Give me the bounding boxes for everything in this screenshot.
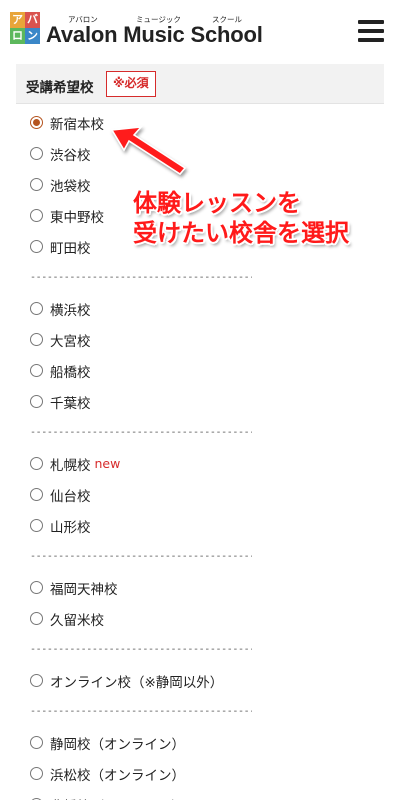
- option-label: 千葉校: [50, 395, 91, 412]
- site-header: ア バ ロ ン アバロン ミュージック スクール Avalon Music Sc…: [0, 0, 400, 62]
- separator-line: ----------------------------------------…: [30, 706, 252, 717]
- school-option[interactable]: 仙台校: [30, 479, 370, 510]
- school-option[interactable]: 大宮校: [30, 324, 370, 355]
- option-label: 静岡校（オンライン）: [50, 736, 185, 753]
- radio-button[interactable]: [30, 209, 43, 222]
- required-badge: ※必須: [106, 71, 156, 97]
- radio-button[interactable]: [30, 240, 43, 253]
- radio-button[interactable]: [30, 116, 43, 129]
- option-label: 仙台校: [50, 488, 91, 505]
- school-option[interactable]: 久留米校: [30, 603, 370, 634]
- option-label: 池袋校: [50, 178, 91, 195]
- radio-button[interactable]: [30, 488, 43, 501]
- option-label: 東中野校: [50, 209, 104, 226]
- radio-button[interactable]: [30, 302, 43, 315]
- radio-button[interactable]: [30, 178, 43, 191]
- separator-line: ----------------------------------------…: [30, 427, 252, 438]
- group-separator: ----------------------------------------…: [30, 634, 370, 665]
- option-label: 札幌校: [50, 457, 91, 474]
- radio-button[interactable]: [30, 395, 43, 408]
- separator-line: ----------------------------------------…: [30, 551, 252, 562]
- school-option[interactable]: 静岡校（オンライン）: [30, 727, 370, 758]
- school-option[interactable]: 千葉校: [30, 386, 370, 417]
- school-option[interactable]: 山形校: [30, 510, 370, 541]
- group-separator: ----------------------------------------…: [30, 541, 370, 572]
- group-separator: ----------------------------------------…: [30, 417, 370, 448]
- radio-button[interactable]: [30, 736, 43, 749]
- option-label: 浜松校（オンライン）: [50, 767, 185, 784]
- logo-char: バ: [25, 12, 40, 28]
- school-option[interactable]: オンライン校（※静岡以外）: [30, 665, 370, 696]
- logo-char: ロ: [10, 28, 25, 44]
- radio-button[interactable]: [30, 364, 43, 377]
- menu-bar: [358, 20, 384, 24]
- option-label: 山形校: [50, 519, 91, 536]
- group-separator: ----------------------------------------…: [30, 696, 370, 727]
- radio-button[interactable]: [30, 674, 43, 687]
- option-label: オンライン校（※静岡以外）: [50, 674, 224, 691]
- annotation-line-1: 体験レッスンを: [133, 189, 301, 217]
- school-option[interactable]: 新宿本校: [30, 107, 370, 138]
- logo-char: ン: [25, 28, 40, 44]
- radio-button[interactable]: [30, 581, 43, 594]
- radio-button[interactable]: [30, 457, 43, 470]
- option-label: 横浜校: [50, 302, 91, 319]
- radio-button[interactable]: [30, 333, 43, 346]
- menu-bar: [358, 38, 384, 42]
- option-label: 久留米校: [50, 612, 104, 629]
- logo-mark[interactable]: ア バ ロ ン: [10, 12, 40, 44]
- section-title: 受講希望校: [26, 80, 94, 96]
- option-label: 船橋校: [50, 364, 91, 381]
- menu-bar: [358, 29, 384, 33]
- radio-button[interactable]: [30, 147, 43, 160]
- school-section-header: 受講希望校 ※必須: [16, 64, 384, 104]
- school-option[interactable]: 札幌校 new: [30, 448, 370, 479]
- school-option[interactable]: 横浜校: [30, 293, 370, 324]
- logo-char: ア: [10, 12, 25, 28]
- hamburger-menu-icon[interactable]: [358, 20, 384, 42]
- option-label: 町田校: [50, 240, 91, 257]
- new-badge: new: [94, 456, 121, 471]
- radio-button[interactable]: [30, 767, 43, 780]
- option-label: 渋谷校: [50, 147, 91, 164]
- radio-button[interactable]: [30, 612, 43, 625]
- school-option[interactable]: 福岡天神校: [30, 572, 370, 603]
- radio-button[interactable]: [30, 519, 43, 532]
- annotation-callout: 体験レッスンを 受けたい校舎を選択: [133, 188, 349, 248]
- school-option[interactable]: 船橋校: [30, 355, 370, 386]
- group-separator: ----------------------------------------…: [30, 262, 370, 293]
- option-label: 新宿本校: [50, 116, 104, 133]
- separator-line: ----------------------------------------…: [30, 272, 252, 283]
- option-label: 豊橋校（オンライン）: [50, 795, 185, 800]
- separator-line: ----------------------------------------…: [30, 644, 252, 655]
- annotation-line-2: 受けたい校舎を選択: [133, 219, 349, 247]
- brand-name[interactable]: Avalon Music School: [46, 22, 263, 48]
- option-label: 福岡天神校: [50, 581, 118, 598]
- school-option[interactable]: 豊橋校（オンライン）: [30, 789, 370, 800]
- option-label: 大宮校: [50, 333, 91, 350]
- school-option[interactable]: 渋谷校: [30, 138, 370, 169]
- school-option[interactable]: 浜松校（オンライン）: [30, 758, 370, 789]
